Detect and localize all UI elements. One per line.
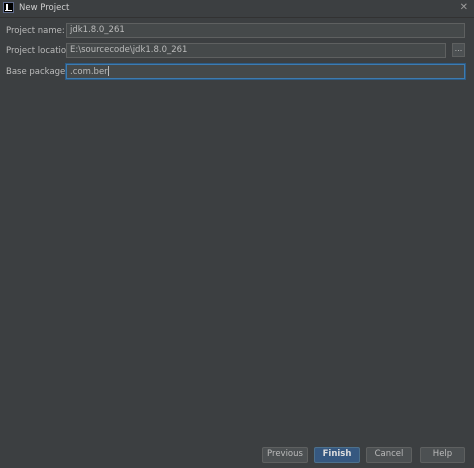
project-location-input[interactable]: E:\sourcecode\jdk1.8.0_261 [66, 43, 446, 58]
project-name-input[interactable]: jdk1.8.0_261 [66, 23, 465, 38]
intellij-idea-icon [3, 2, 14, 13]
window-title: New Project [19, 3, 70, 13]
title-bar: New Project ✕ [0, 0, 474, 18]
close-icon[interactable]: ✕ [460, 2, 468, 13]
project-name-label: Project name: [6, 26, 65, 36]
help-button[interactable]: Help [420, 447, 465, 463]
finish-button[interactable]: Finish [314, 447, 360, 463]
base-package-input[interactable]: .com.ber [66, 64, 465, 79]
cancel-button[interactable]: Cancel [366, 447, 412, 463]
previous-button[interactable]: Previous [262, 447, 308, 463]
base-package-label: Base package: [6, 67, 69, 77]
text-caret [107, 66, 109, 76]
project-location-label: Project location: [6, 46, 75, 56]
base-package-value: .com.ber [70, 67, 108, 77]
browse-location-button[interactable]: ... [452, 43, 465, 57]
